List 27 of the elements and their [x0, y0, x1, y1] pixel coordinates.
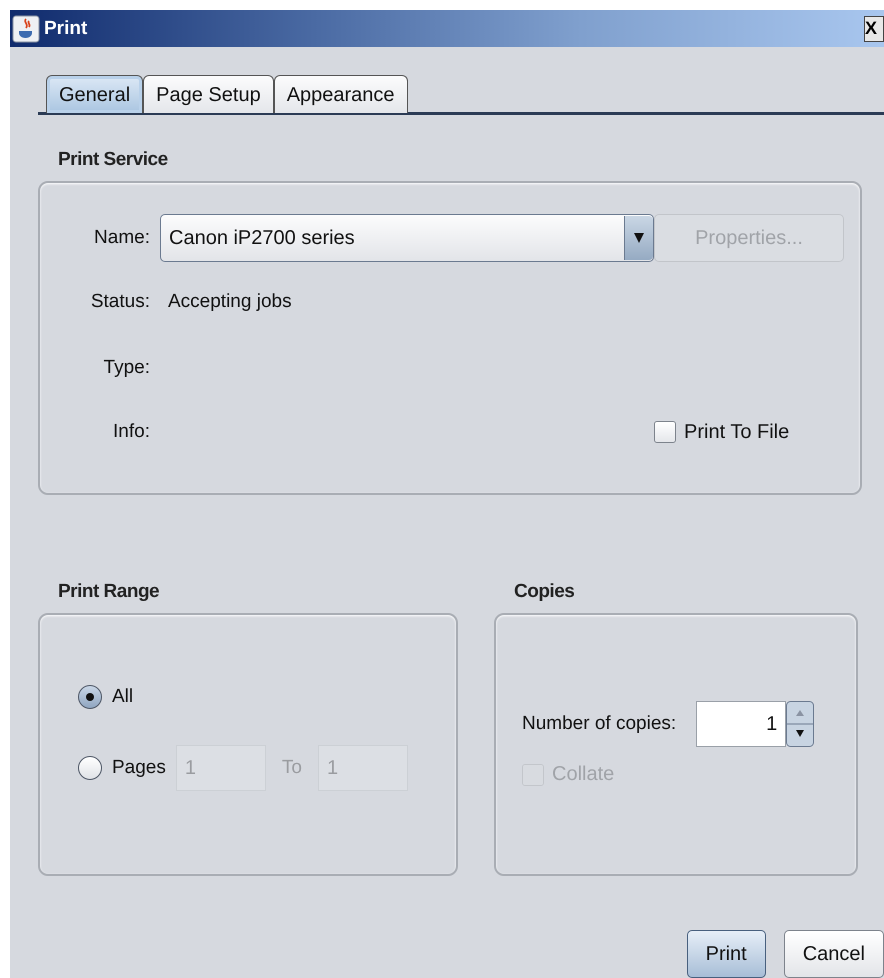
- info-label: Info:: [113, 421, 150, 443]
- tab[interactable]: General: [46, 75, 144, 113]
- status-label: Status:: [90, 291, 150, 313]
- radio-button[interactable]: [78, 685, 102, 709]
- java-cup-icon: [12, 14, 40, 42]
- window-title: Print: [44, 18, 88, 40]
- dialog-button[interactable]: Print: [686, 930, 766, 978]
- printer-dropdown[interactable]: Canon iP2700 series: [160, 214, 654, 262]
- radio-label: All: [112, 686, 134, 708]
- name-label: Name:: [94, 227, 150, 249]
- status-value: Accepting jobs: [168, 291, 292, 313]
- print-to-file-checkbox[interactable]: Print To File: [654, 420, 844, 444]
- radio-label: Pages: [112, 757, 166, 779]
- tab[interactable]: Page Setup: [143, 75, 274, 113]
- to-label: To: [282, 757, 302, 779]
- type-label: Type:: [104, 357, 150, 379]
- tab[interactable]: Appearance: [274, 75, 408, 113]
- checkbox[interactable]: [654, 421, 676, 443]
- dialog-button[interactable]: Cancel: [784, 930, 884, 978]
- close-button[interactable]: X: [864, 16, 884, 42]
- section-title: Copies: [514, 581, 576, 603]
- spinner-arrows-icon[interactable]: [786, 701, 814, 747]
- section-title: Print Range: [58, 581, 160, 603]
- copies-label: Number of copies:: [522, 713, 676, 735]
- radio-button[interactable]: [78, 756, 102, 780]
- section-title: Print Service: [58, 149, 169, 171]
- copies-field[interactable]: 1: [696, 701, 786, 747]
